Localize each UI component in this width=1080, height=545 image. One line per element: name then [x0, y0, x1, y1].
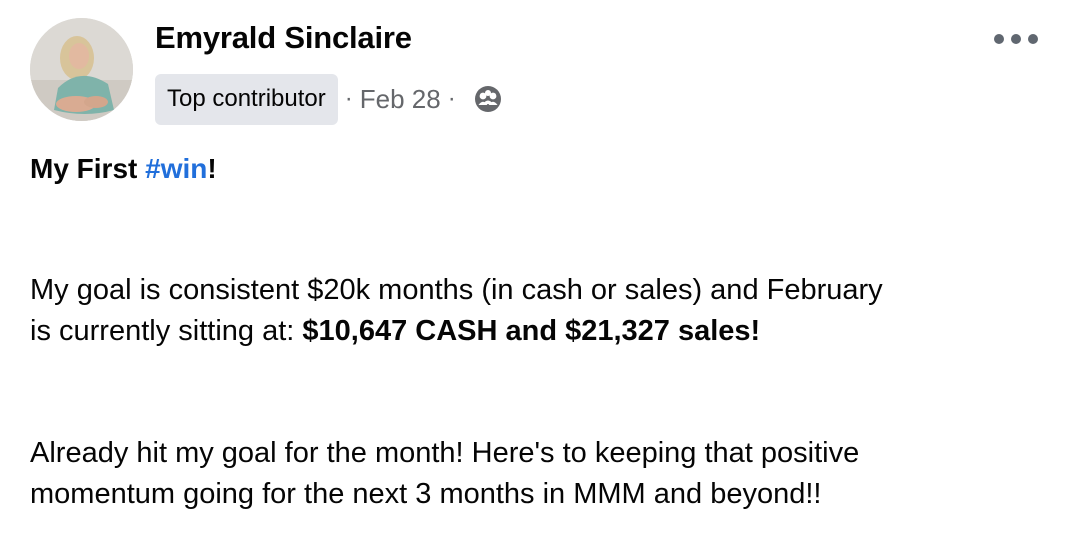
author-avatar[interactable]	[30, 18, 133, 121]
paragraph-text: is currently sitting at:	[30, 315, 303, 347]
paragraph-line: My goal is consistent $20k months (in ca…	[30, 274, 883, 306]
group-members-icon	[471, 82, 505, 116]
headline-text: My First	[30, 153, 146, 184]
more-options-icon	[994, 34, 1038, 44]
post-meta: Top contributor · Feb 28 ·	[155, 73, 505, 125]
paragraph-line: momentum going for the next 3 months in …	[30, 478, 822, 510]
author-name[interactable]: Emyrald Sinclaire	[155, 20, 412, 56]
paragraph-line: Already hit my goal for the month! Here'…	[30, 437, 860, 469]
meta-separator: ·	[447, 85, 456, 112]
headline-suffix: !	[207, 153, 217, 184]
paragraph-line: is currently sitting at: $10,647 CASH an…	[30, 311, 883, 352]
post-card: Emyrald Sinclaire Top contributor · Feb …	[0, 0, 1080, 545]
post-paragraph-2: Already hit my goal for the month! Here'…	[30, 433, 859, 515]
hashtag-link[interactable]: #win	[145, 153, 207, 184]
paragraph-bold-text: $10,647 CASH and $21,327 sales!	[302, 315, 761, 347]
top-contributor-badge[interactable]: Top contributor	[155, 73, 338, 125]
more-options-button[interactable]	[988, 24, 1044, 54]
post-date[interactable]: Feb 28	[360, 84, 441, 115]
post-paragraph-1: My goal is consistent $20k months (in ca…	[30, 270, 883, 352]
post-headline: My First #win!	[30, 153, 217, 185]
profile-photo	[30, 18, 133, 121]
meta-separator: ·	[344, 85, 353, 112]
